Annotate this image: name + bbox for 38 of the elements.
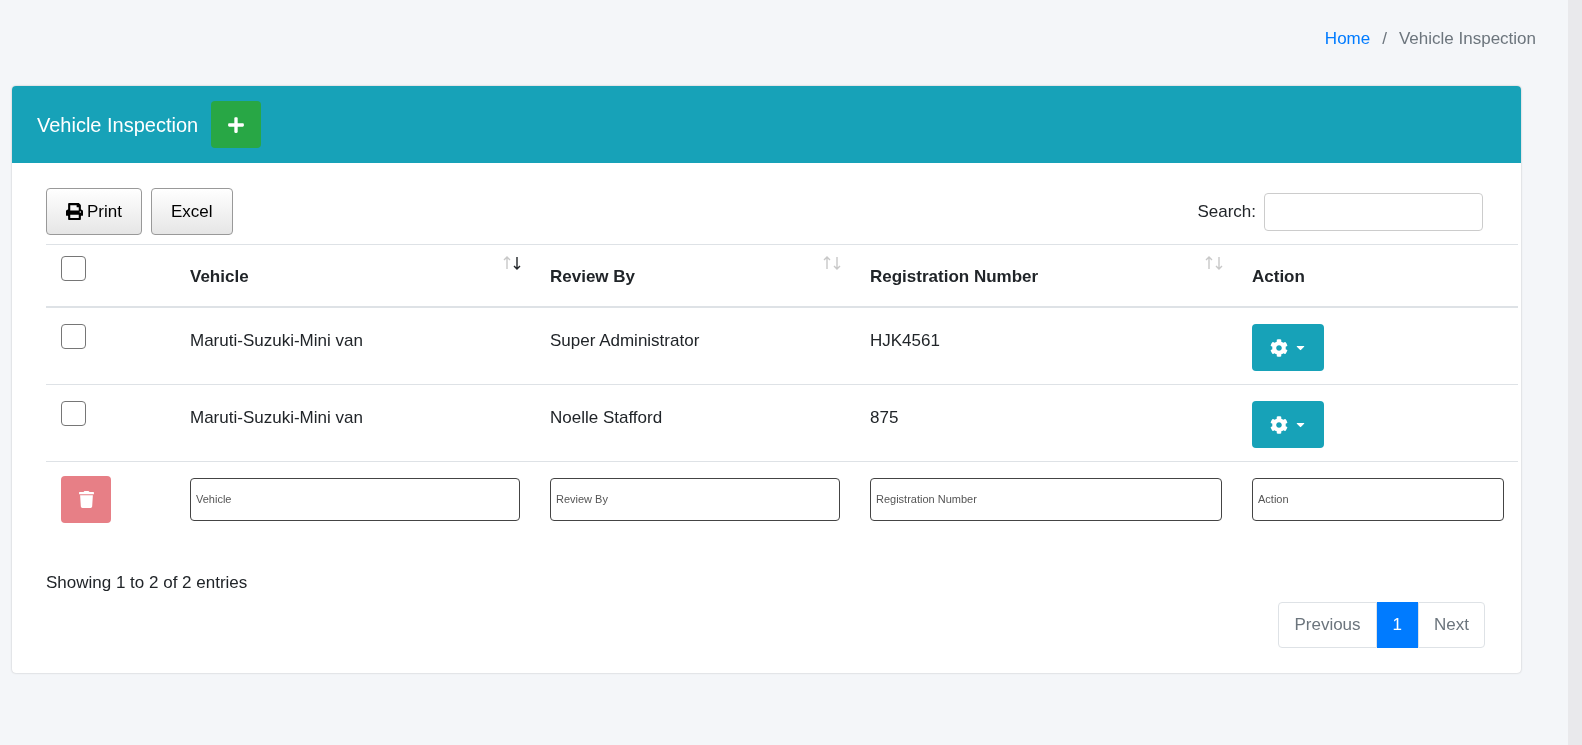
entries-info: Showing 1 to 2 of 2 entries	[46, 573, 248, 592]
page-link[interactable]: Next	[1418, 601, 1485, 648]
table-cell: Super Administrator	[550, 331, 700, 350]
table-cell: Noelle Stafford	[550, 408, 663, 427]
column-header[interactable]: Vehicle	[190, 263, 249, 290]
gear-icon	[1269, 415, 1288, 434]
checkbox[interactable]	[61, 324, 86, 349]
filter-field[interactable]: Review By	[550, 477, 840, 521]
filter-field[interactable]: Action	[1252, 477, 1504, 521]
settings-dropdown-button[interactable]	[1252, 401, 1324, 448]
column-header[interactable]: Review By	[550, 263, 636, 290]
column-header[interactable]: Registration Number	[870, 263, 1039, 290]
add-button[interactable]	[211, 101, 262, 148]
settings-dropdown-button[interactable]	[1252, 324, 1324, 371]
breadcrumb-separator: /	[1381, 28, 1388, 51]
page-link[interactable]: 1	[1376, 601, 1419, 648]
printer-icon	[66, 203, 83, 220]
filter-field[interactable]: Registration Number	[870, 477, 1222, 521]
breadcrumb-link[interactable]: Home	[1324, 26, 1371, 52]
table-cell: Maruti-Suzuki-Mini van	[190, 331, 363, 350]
table-cell: 875	[870, 408, 899, 427]
search-field[interactable]	[1264, 192, 1483, 231]
table-cell: Maruti-Suzuki-Mini van	[190, 408, 363, 427]
page-link[interactable]: Previous	[1278, 601, 1377, 648]
filter-field[interactable]: Vehicle	[190, 477, 520, 521]
table-cell: HJK4561	[870, 331, 940, 350]
export-button[interactable]: Print	[46, 188, 142, 235]
card-title: Vehicle Inspection	[37, 112, 199, 138]
plus-icon	[227, 115, 246, 134]
export-button[interactable]: Excel	[150, 188, 233, 235]
column-header[interactable]: Action	[1252, 263, 1305, 290]
breadcrumb-current: Vehicle Inspection	[1398, 28, 1536, 51]
delete-button[interactable]	[61, 475, 111, 523]
checkbox[interactable]	[61, 256, 86, 281]
checkbox[interactable]	[61, 401, 86, 426]
gear-icon	[1269, 338, 1288, 357]
trash-icon	[77, 490, 95, 508]
search-label: Search:	[1197, 200, 1256, 223]
